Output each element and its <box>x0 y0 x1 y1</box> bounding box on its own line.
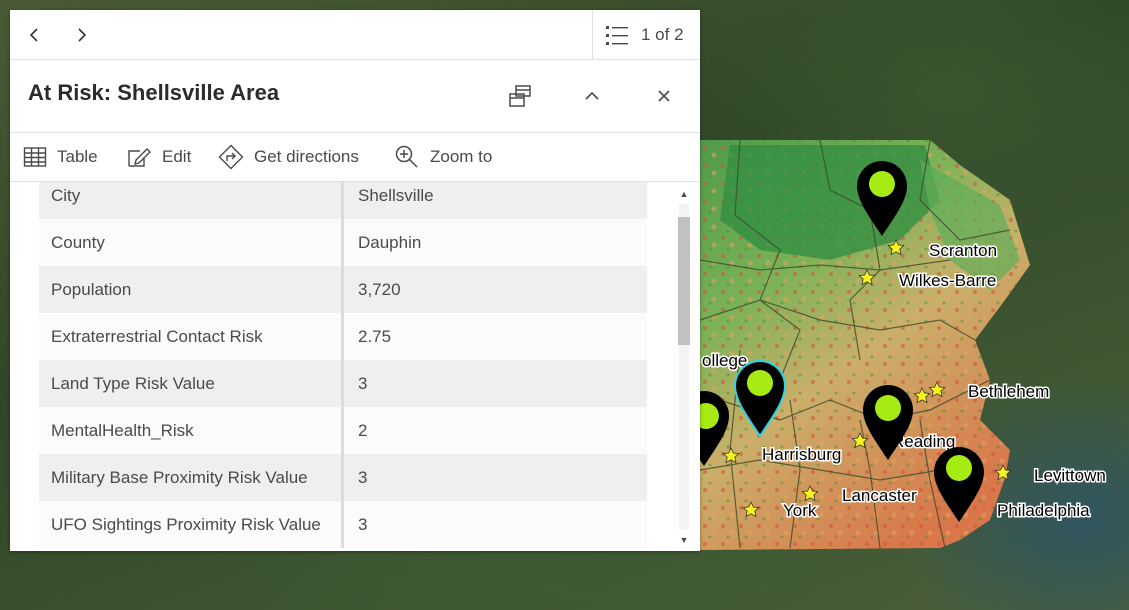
label-wilkes-barre: Wilkes-Barre <box>899 271 996 290</box>
feature-list-button[interactable]: 1 of 2 <box>592 10 700 59</box>
label-harrisburg: Harrisburg <box>762 445 841 464</box>
edit-icon <box>128 148 151 167</box>
attribute-row-city: City Shellsville <box>39 182 647 219</box>
attribute-value: 3 <box>358 468 368 487</box>
feature-popup: 1 of 2 At Risk: Shellsville Area Table E… <box>10 10 700 551</box>
attribute-value: 3 <box>358 515 368 534</box>
attribute-label: Extraterrestrial Contact Risk <box>39 313 344 360</box>
zoom-in-icon <box>395 145 418 168</box>
label-york: York <box>783 501 817 520</box>
edit-action[interactable]: Edit <box>126 133 191 181</box>
attribute-label: County <box>39 219 344 266</box>
attribute-value: 2.75 <box>358 327 392 346</box>
attribute-label: City <box>39 182 344 219</box>
attribute-table: City Shellsville County Dauphin Populati… <box>39 182 647 548</box>
attribute-row-extraterrestrial-risk: Extraterrestrial Contact Risk 2.75 <box>39 313 647 360</box>
attribute-label: MentalHealth_Risk <box>39 407 344 454</box>
label-scranton: Scranton <box>929 241 997 260</box>
edit-action-label: Edit <box>162 147 192 166</box>
chevron-right-icon <box>78 27 87 42</box>
zoom-to-action[interactable]: Zoom to <box>394 133 492 181</box>
close-button[interactable] <box>642 74 686 118</box>
popup-title: At Risk: Shellsville Area <box>28 80 280 105</box>
chevron-left-icon <box>29 27 38 42</box>
label-bethlehem: Bethlehem <box>968 382 1049 401</box>
table-action[interactable]: Table <box>23 133 98 181</box>
popup-header: At Risk: Shellsville Area <box>10 60 700 133</box>
label-levittown: Levittown <box>1034 466 1106 485</box>
popup-navbar: 1 of 2 <box>10 10 700 60</box>
scrollbar-thumb[interactable] <box>678 217 690 345</box>
list-icon <box>606 25 628 45</box>
table-action-label: Table <box>57 147 98 166</box>
attribute-value: 2 <box>358 421 368 440</box>
chevron-up-icon <box>585 91 599 100</box>
attribute-label: Land Type Risk Value <box>39 360 344 407</box>
table-icon <box>23 147 47 167</box>
collapse-button[interactable] <box>570 74 614 118</box>
get-directions-action[interactable]: Get directions <box>218 133 359 181</box>
popup-actions-toolbar: Table Edit Get directions Zoom to <box>10 133 700 182</box>
popup-scrollbar[interactable]: ▲ ▼ <box>678 182 690 551</box>
close-icon <box>658 90 670 102</box>
label-philadelphia: Philadelphia <box>997 501 1090 520</box>
label-lancaster: Lancaster <box>842 486 917 505</box>
attribute-row-county: County Dauphin <box>39 219 647 266</box>
attribute-value: Shellsville <box>358 186 434 205</box>
label-state-college: ollege <box>702 351 747 370</box>
dock-icon <box>509 85 531 107</box>
next-feature-button[interactable] <box>58 10 106 59</box>
attribute-value: 3 <box>358 374 368 393</box>
zoom-to-label: Zoom to <box>430 147 493 166</box>
attribute-label: UFO Sightings Proximity Risk Value <box>39 501 344 548</box>
attribute-row-military-base-risk: Military Base Proximity Risk Value 3 <box>39 454 647 501</box>
attribute-value: Dauphin <box>358 233 422 252</box>
scroll-down-arrow-icon[interactable]: ▼ <box>678 534 690 546</box>
attribute-value: 3,720 <box>358 280 401 299</box>
attribute-row-population: Population 3,720 <box>39 266 647 313</box>
pager-count: 1 of 2 <box>641 24 684 44</box>
attribute-row-land-type-risk: Land Type Risk Value 3 <box>39 360 647 407</box>
scroll-up-arrow-icon[interactable]: ▲ <box>678 188 690 200</box>
directions-icon <box>218 144 244 170</box>
get-directions-label: Get directions <box>254 147 359 166</box>
previous-feature-button[interactable] <box>10 10 58 59</box>
popup-content[interactable]: City Shellsville County Dauphin Populati… <box>10 182 700 551</box>
attribute-row-ufo-sightings-risk: UFO Sightings Proximity Risk Value 3 <box>39 501 647 548</box>
attribute-label: Population <box>39 266 344 313</box>
dock-button[interactable] <box>498 74 542 118</box>
attribute-row-mental-health-risk: MentalHealth_Risk 2 <box>39 407 647 454</box>
attribute-label: Military Base Proximity Risk Value <box>39 454 344 501</box>
